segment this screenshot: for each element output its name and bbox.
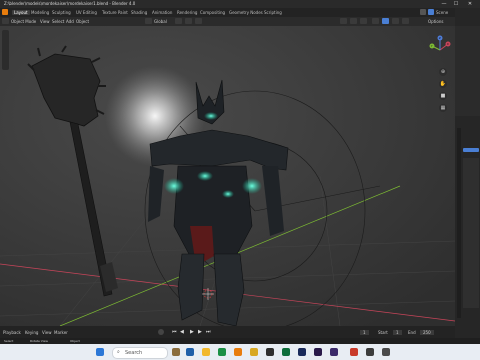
app-icon-8[interactable]	[350, 348, 358, 356]
app-icon-1[interactable]	[186, 348, 194, 356]
app-icon-10[interactable]	[382, 348, 390, 356]
gizmo-y-label: Y	[431, 44, 433, 48]
record-icon[interactable]	[158, 329, 164, 335]
editor-type-icon[interactable]	[2, 18, 9, 24]
transform-orientation-icon[interactable]	[145, 18, 152, 24]
workspace-tab-bar: Layout Modeling Sculpting UV Editing Tex…	[0, 8, 455, 17]
pivot-icon[interactable]	[175, 18, 182, 24]
tab-layout[interactable]: Layout	[12, 10, 30, 15]
status-select: Select	[4, 339, 14, 343]
gizmo-x-label: X	[447, 42, 449, 46]
window-title-bar: Z:\blender\models\mordekaiser\mordekaise…	[0, 0, 480, 8]
menu-view[interactable]: View	[40, 19, 50, 24]
timeline-marker-menu[interactable]: Marker	[54, 330, 68, 335]
windows-taskbar: ⌕ Search	[0, 344, 480, 360]
jump-end-icon[interactable]: ⏭	[206, 329, 211, 335]
tool-shelf[interactable]	[2, 30, 9, 70]
tab-animation[interactable]: Animation	[152, 10, 172, 15]
properties-tab-strip[interactable]	[457, 128, 461, 318]
rendered-shading-icon[interactable]	[402, 18, 409, 24]
prev-keyframe-icon[interactable]: ◀	[180, 329, 184, 335]
tab-sculpting[interactable]: Sculpting	[52, 10, 71, 15]
status-rotate: Rotate View	[30, 339, 48, 343]
active-properties-field[interactable]	[463, 148, 479, 152]
zoom-icon[interactable]: ⊕	[439, 68, 447, 76]
file-explorer-icon[interactable]	[202, 348, 210, 356]
app-icon-5[interactable]	[282, 348, 290, 356]
properties-panel[interactable]	[455, 8, 480, 338]
perspective-toggle-icon[interactable]: ▦	[439, 104, 447, 112]
scene-icon[interactable]	[420, 9, 426, 15]
start-frame-field[interactable]: 1	[393, 330, 402, 335]
transform-orientation-dropdown[interactable]: Global	[154, 19, 167, 24]
tab-texture-paint[interactable]: Texture Paint	[102, 10, 128, 15]
3d-viewport[interactable]: X Y Z ⊕ ✋ ■ ▦	[0, 26, 455, 326]
jump-start-icon[interactable]: ⏮	[172, 329, 177, 335]
tab-uv-editing[interactable]: UV Editing	[76, 10, 97, 15]
photoshop-icon[interactable]	[298, 348, 306, 356]
xray-icon[interactable]	[372, 18, 379, 24]
menu-add[interactable]: Add	[66, 19, 74, 24]
timeline[interactable]: Playback Keying View Marker ⏮ ◀ ▶ ▶ ⏭ 1 …	[0, 326, 455, 338]
menu-object[interactable]: Object	[76, 19, 89, 24]
app-icon-9[interactable]	[366, 348, 374, 356]
viewport-canvas: X Y Z	[0, 26, 455, 326]
pan-hand-icon[interactable]: ✋	[439, 80, 447, 88]
proportional-editing-icon[interactable]	[195, 18, 202, 24]
maximize-button[interactable]: ☐	[452, 1, 460, 7]
close-button[interactable]: ✕	[466, 1, 474, 7]
timeline-keying-menu[interactable]: Keying	[25, 330, 38, 335]
menu-select[interactable]: Select	[52, 19, 64, 24]
app-icon-2[interactable]	[218, 348, 226, 356]
app-icon-3[interactable]	[250, 348, 258, 356]
view-layer-icon[interactable]	[428, 9, 434, 15]
next-keyframe-icon[interactable]: ▶	[198, 329, 202, 335]
search-placeholder: Search	[125, 350, 143, 356]
app-icon-7[interactable]	[330, 348, 338, 356]
tab-compositing[interactable]: Compositing	[200, 10, 225, 15]
scene-name[interactable]: Scene	[436, 10, 448, 15]
camera-view-icon[interactable]: ■	[439, 92, 447, 100]
gizmo-icon[interactable]	[350, 18, 357, 24]
start-frame-label: Start	[378, 330, 388, 335]
viewport-header: Object Mode View Select Add Object Globa…	[0, 17, 455, 26]
end-frame-label: End	[408, 330, 416, 335]
tab-geometry-nodes[interactable]: Geometry Nodes	[229, 10, 263, 15]
tab-scripting[interactable]: Scripting	[264, 10, 282, 15]
outliner[interactable]	[455, 26, 480, 116]
options-dropdown[interactable]: Options	[428, 19, 443, 24]
blender-taskbar-icon[interactable]	[234, 348, 242, 356]
properties-content[interactable]	[463, 158, 479, 308]
snap-icon[interactable]	[185, 18, 192, 24]
solid-shading-icon[interactable]	[382, 18, 389, 24]
gizmo-z-label: Z	[439, 36, 441, 40]
play-icon[interactable]: ▶	[190, 329, 194, 335]
visibility-icon[interactable]	[340, 18, 347, 24]
tab-modeling[interactable]: Modeling	[31, 10, 49, 15]
tab-shading[interactable]: Shading	[131, 10, 147, 15]
current-frame-field[interactable]: 1	[360, 330, 369, 335]
minimize-button[interactable]: —	[440, 1, 448, 7]
app-icon-4[interactable]	[266, 348, 274, 356]
timeline-view-menu[interactable]: View	[42, 330, 52, 335]
taskview-icon[interactable]	[172, 348, 180, 356]
blender-logo-icon[interactable]	[2, 9, 8, 15]
overlay-icon[interactable]	[360, 18, 367, 24]
timeline-playback-menu[interactable]: Playback	[3, 330, 21, 335]
tab-rendering[interactable]: Rendering	[177, 10, 197, 15]
search-icon: ⌕	[117, 349, 120, 355]
start-button-icon[interactable]	[96, 348, 104, 356]
app-icon-6[interactable]	[314, 348, 322, 356]
material-preview-icon[interactable]	[392, 18, 399, 24]
end-frame-field[interactable]: 250	[420, 330, 434, 335]
status-object: Object	[70, 339, 80, 343]
object-mode-dropdown[interactable]: Object Mode	[11, 19, 36, 24]
window-title: Z:\blender\models\mordekaiser\mordekaise…	[4, 1, 136, 6]
taskbar-search-input[interactable]: ⌕ Search	[112, 347, 168, 359]
